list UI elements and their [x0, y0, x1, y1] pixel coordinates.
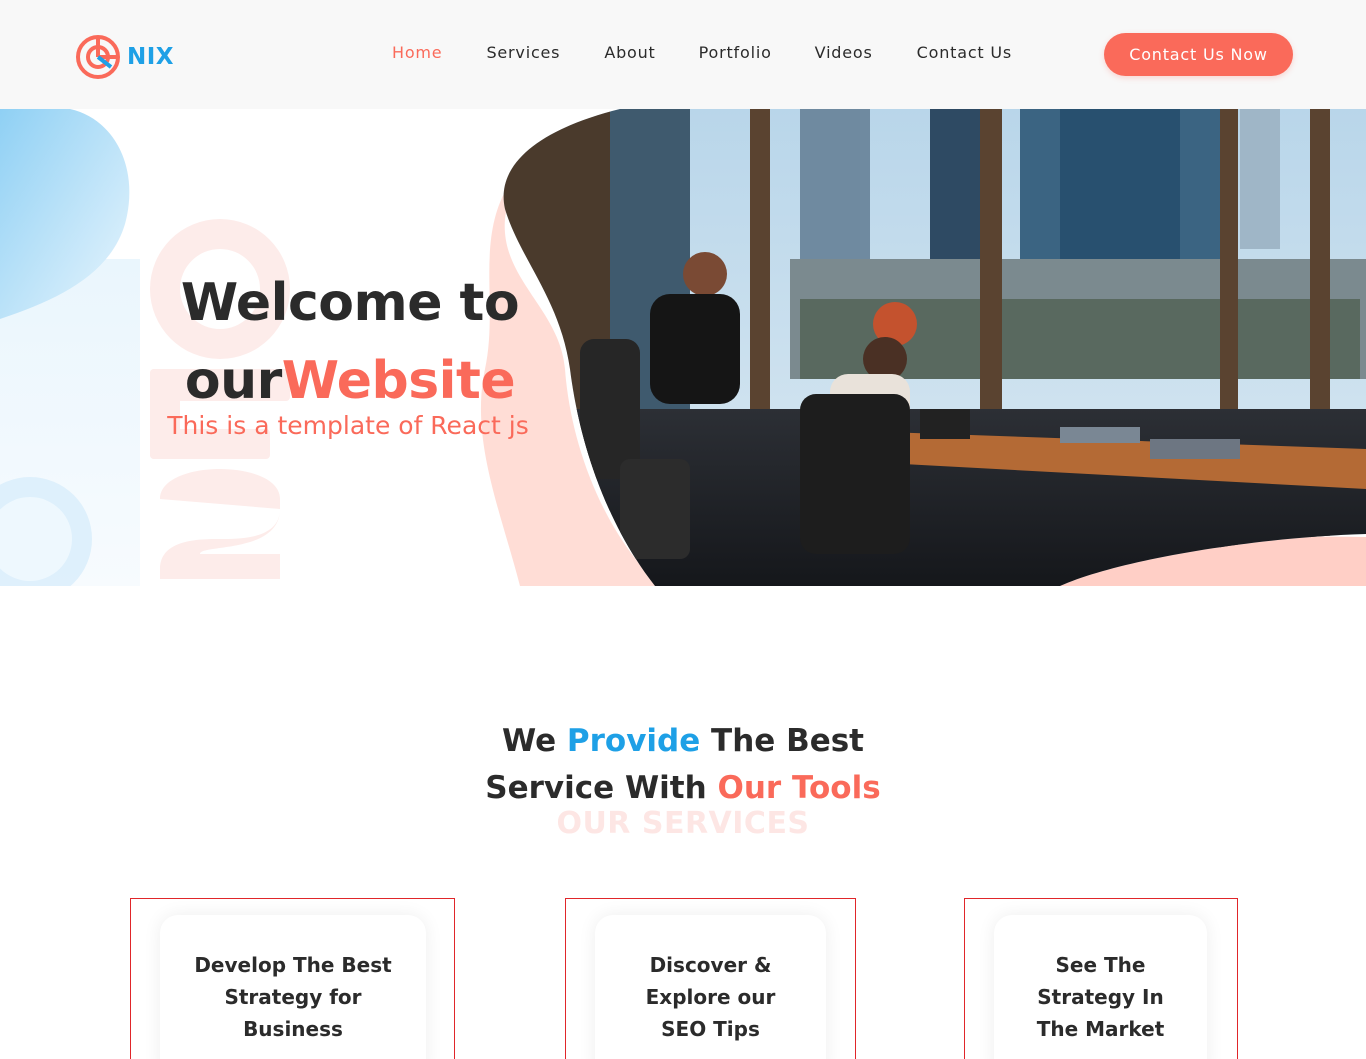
hero-title: Welcome to ourWebsite — [160, 264, 540, 420]
service-card-title-line: Strategy for — [224, 985, 362, 1009]
service-card-inner: Discover & Explore our SEO Tips — [595, 915, 826, 1059]
service-card-title-line: Business — [243, 1017, 343, 1041]
service-card[interactable]: Discover & Explore our SEO Tips — [565, 898, 856, 1059]
logo-text: NIX — [127, 44, 175, 70]
service-card[interactable]: Develop The Best Strategy for Business — [130, 898, 455, 1059]
logo[interactable]: NIX — [75, 33, 174, 81]
hero-office-photo — [503, 109, 1366, 586]
services-heading-tools: Our Tools — [717, 770, 881, 806]
service-card-title-line: See The — [1055, 953, 1146, 977]
hero-title-prefix: our — [184, 351, 282, 411]
services-heading-service-with: Service With — [485, 770, 718, 806]
hero-title-accent: Website — [281, 351, 516, 411]
service-card-title-line: Explore our — [645, 985, 776, 1009]
services-ghost-label: OUR SERVICES — [556, 806, 810, 841]
contact-us-now-button[interactable]: Contact Us Now — [1104, 33, 1293, 76]
services-heading-line2: Service With Our Tools — [383, 765, 983, 812]
services-heading-we: We — [501, 723, 567, 759]
service-card-inner: Develop The Best Strategy for Business — [160, 915, 426, 1059]
services-heading-provide: Provide — [566, 723, 701, 759]
service-card-title-line: Develop The Best — [194, 953, 392, 977]
nav-item-home[interactable]: Home — [392, 43, 442, 62]
nav-item-contact-us[interactable]: Contact Us — [917, 43, 1012, 62]
services-heading-rest: The Best — [700, 723, 864, 759]
target-chart-icon — [76, 35, 120, 79]
service-card-title: Develop The Best Strategy for Business — [194, 949, 391, 1059]
service-card-title-line: Strategy In — [1037, 985, 1164, 1009]
service-card-title: See The Strategy In The Market — [1037, 949, 1165, 1059]
hero-title-line2: ourWebsite — [160, 342, 540, 420]
service-card-inner: See The Strategy In The Market — [994, 915, 1207, 1059]
main-nav: Home Services About Portfolio Videos Con… — [392, 43, 1012, 62]
nav-item-portfolio[interactable]: Portfolio — [699, 43, 772, 62]
hero-section: Welcome to ourWebsite This is a template… — [0, 109, 1366, 586]
service-card-title-line: SEO Tips — [661, 1017, 760, 1041]
nav-item-services[interactable]: Services — [486, 43, 560, 62]
services-heading-line1: We Provide The Best — [383, 718, 983, 765]
services-heading: We Provide The Best Service With Our Too… — [383, 718, 983, 812]
nav-item-videos[interactable]: Videos — [815, 43, 873, 62]
site-header: NIX Home Services About Portfolio Videos… — [0, 0, 1366, 109]
hero-subtitle: This is a template of React js — [167, 411, 529, 440]
service-card-title-line: Discover & — [649, 953, 772, 977]
service-card-title-line: The Market — [1036, 1017, 1165, 1041]
hero-title-line1: Welcome to — [180, 273, 520, 333]
service-card-title: Discover & Explore our SEO Tips — [646, 949, 776, 1059]
nav-item-about[interactable]: About — [604, 43, 655, 62]
service-card[interactable]: See The Strategy In The Market — [964, 898, 1238, 1059]
